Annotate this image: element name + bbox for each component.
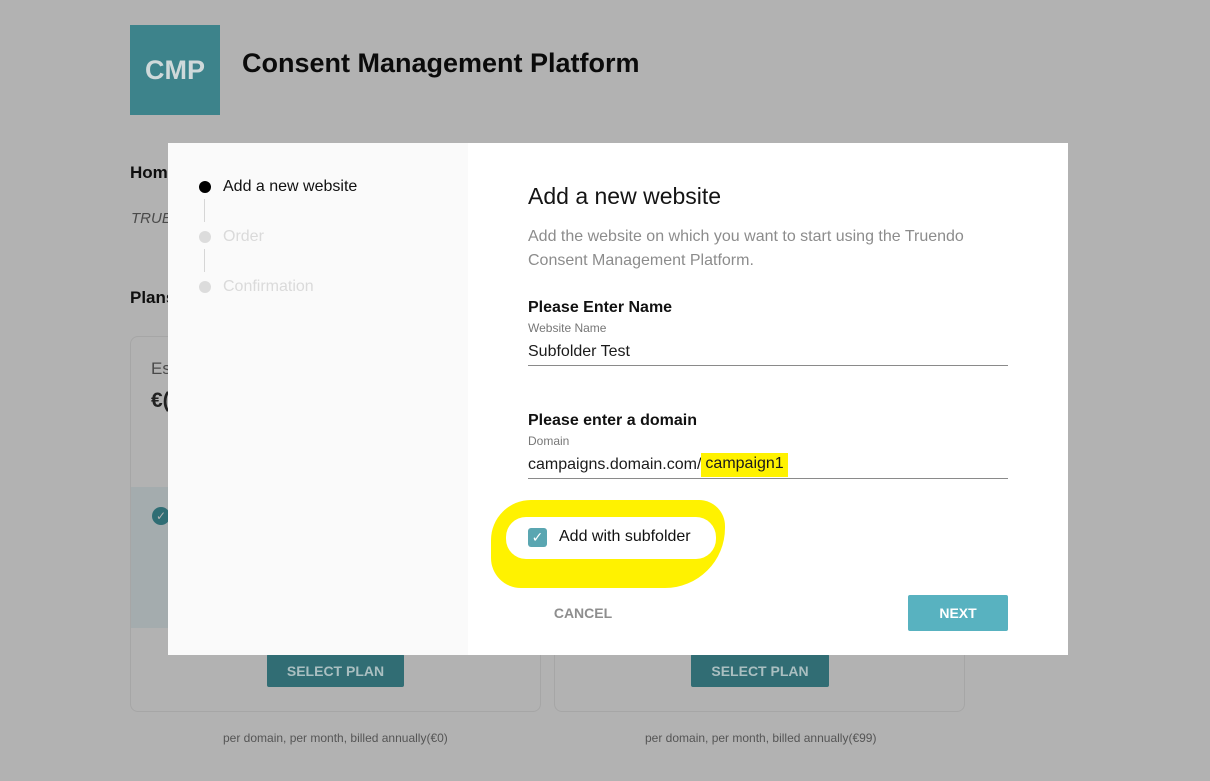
step-connector xyxy=(204,199,205,222)
domain-field-heading: Please enter a domain xyxy=(528,412,697,429)
domain-value-highlight: campaign1 xyxy=(701,452,788,477)
dot-empty-icon xyxy=(199,231,211,243)
dot-filled-icon xyxy=(199,181,211,193)
dot-empty-icon xyxy=(199,281,211,293)
dialog-title: Add a new website xyxy=(528,183,722,209)
dialog-description: Add the website on which you want to sta… xyxy=(528,228,964,269)
subtitle: TRUE xyxy=(131,210,172,227)
home-heading: Hom xyxy=(130,163,168,182)
cancel-button[interactable]: CANCEL xyxy=(528,595,638,631)
app-title: Consent Management Platform xyxy=(242,48,640,78)
dialog-content: Add a new website Add the website on whi… xyxy=(468,143,1068,655)
next-button[interactable]: NEXT xyxy=(908,595,1008,631)
step-add-website: Add a new website xyxy=(199,178,357,196)
domain-value-base: campaigns.domain.com/ xyxy=(528,455,702,473)
name-field-heading: Please Enter Name xyxy=(528,299,673,316)
step-label: Add a new website xyxy=(223,178,358,195)
step-order: Order xyxy=(199,228,264,246)
name-field-label: Website Name xyxy=(528,321,607,335)
step-label: Confirmation xyxy=(223,278,314,295)
select-plan-button[interactable]: SELECT PLAN xyxy=(691,654,829,687)
website-name-value: Subfolder Test xyxy=(528,342,630,360)
billing-note: per domain, per month, billed annually(€… xyxy=(223,731,448,745)
step-label: Order xyxy=(223,228,264,245)
add-website-dialog: Add a new website Order Confirmation Add… xyxy=(168,143,1068,655)
check-icon: ✓ xyxy=(531,529,544,545)
select-plan-button[interactable]: SELECT PLAN xyxy=(267,654,404,687)
subfolder-checkbox-label[interactable]: Add with subfolder xyxy=(559,528,691,546)
stepper: Add a new website Order Confirmation xyxy=(168,143,468,655)
website-name-input[interactable]: Subfolder Test xyxy=(528,338,1008,366)
plan-price: €( xyxy=(151,389,170,412)
billing-note: per domain, per month, billed annually(€… xyxy=(645,731,877,745)
step-confirmation: Confirmation xyxy=(199,278,314,296)
cmp-logo: CMP xyxy=(130,25,220,115)
subfolder-checkbox[interactable]: ✓ xyxy=(528,528,547,547)
domain-input[interactable]: campaigns.domain.com/campaign1 xyxy=(528,451,1008,479)
domain-field-label: Domain xyxy=(528,434,570,448)
step-connector xyxy=(204,249,205,272)
